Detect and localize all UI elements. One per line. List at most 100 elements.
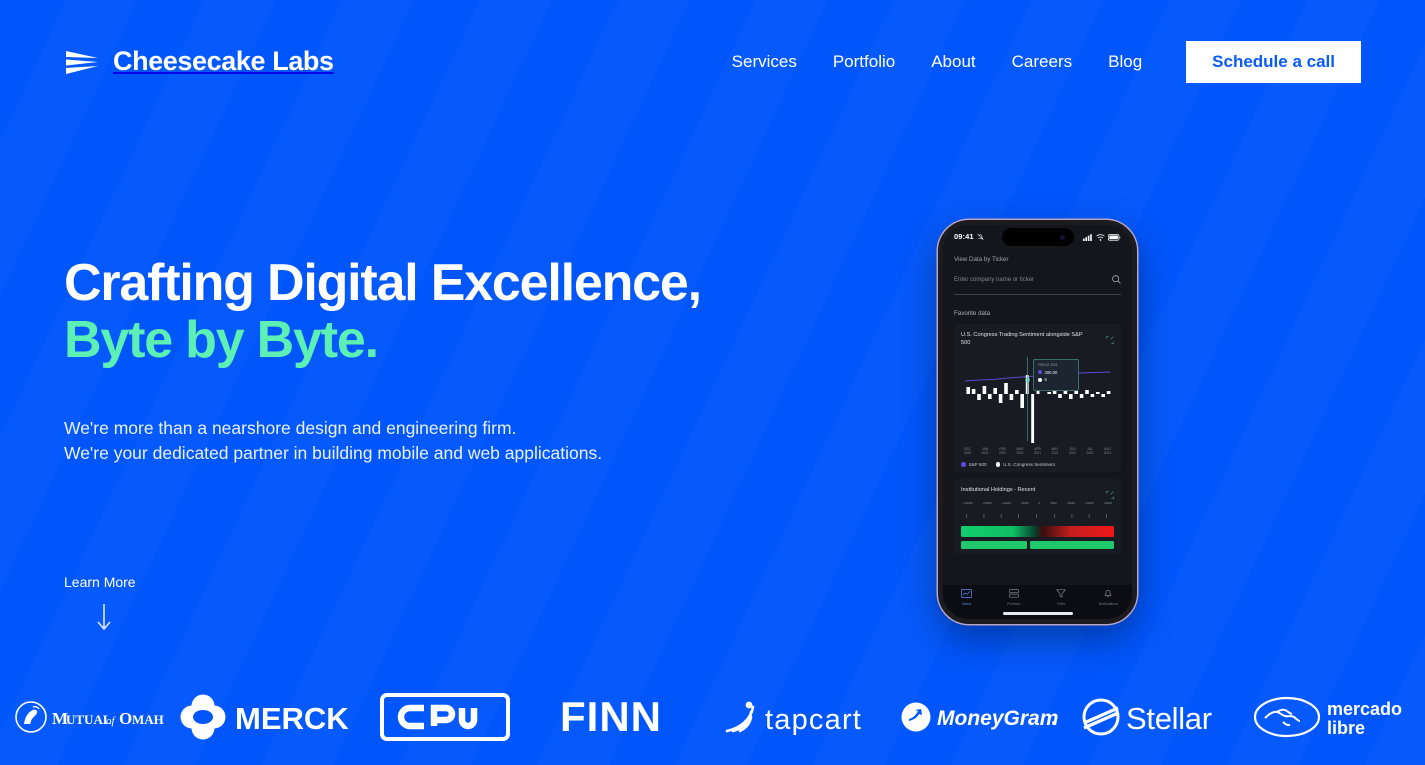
page-title: Crafting Digital Excellence, Byte by Byt… — [64, 255, 824, 368]
nav-item-services[interactable]: Services — [714, 43, 815, 81]
cellular-signal-icon — [1083, 228, 1093, 246]
legend-label-sentiment: U.S. Congress Sentiment — [1003, 462, 1055, 468]
tab-label: Home — [961, 601, 972, 606]
tab-label: Filter — [1057, 601, 1066, 606]
legend-dot-sentiment — [995, 462, 1001, 467]
tab-filter[interactable]: Filter — [1038, 589, 1085, 606]
card-title: Institutional Holdings - Recent — [961, 487, 1036, 494]
learn-more-link[interactable]: Learn More — [64, 574, 136, 590]
logo-stellar: Stellar — [1069, 669, 1247, 765]
finn-logo-icon: FINN — [560, 693, 662, 740]
nav-item-portfolio[interactable]: Portfolio — [815, 43, 913, 81]
cheesecake-labs-mark-icon — [64, 47, 100, 77]
tab-label: Notifications — [1098, 601, 1119, 606]
logo-cru — [356, 669, 534, 765]
status-time: 09:41 — [954, 232, 974, 241]
holdings-axis-ticks — [966, 514, 1107, 519]
holdings-tick: +100M — [1001, 501, 1011, 506]
wifi-icon — [1096, 228, 1105, 246]
tooltip-date: FEB 02 2021 — [1038, 363, 1058, 368]
svg-text:FINN: FINN — [560, 693, 662, 740]
cru-logo-icon — [380, 693, 511, 741]
logo-mercado-libre: mercado libre — [1247, 669, 1425, 765]
legend-item-sp500: S&P 500 — [961, 462, 987, 467]
holdings-secondary-bars — [961, 541, 1114, 550]
logo-merck: MERCK — [178, 669, 356, 765]
x-tick: AUG 2021 — [1103, 447, 1111, 456]
svg-text:UTUAL: UTUAL — [66, 712, 112, 727]
svg-text:MERCK: MERCK — [235, 701, 349, 736]
holdings-tick: -150M — [1084, 501, 1094, 506]
arrow-down-icon[interactable] — [94, 602, 114, 632]
svg-text:of: of — [106, 715, 117, 727]
chart-x-axis: DEC 2020 JAN 2021 FEB 2021 MAR 2021 APR 2021 … — [961, 447, 1114, 455]
logo-finn: FINN — [534, 669, 712, 765]
battery-icon — [1107, 228, 1121, 246]
tab-home[interactable]: Home — [943, 589, 990, 606]
chart-line-icon — [961, 589, 973, 599]
svg-text:MAHA: MAHA — [132, 712, 164, 727]
subhead-line-2: We're your dedicated partner in building… — [64, 443, 603, 464]
svg-text:O: O — [119, 709, 132, 728]
sentiment-chart: FEB 02 2021 390.00 6 — [961, 353, 1114, 445]
expand-icon[interactable] — [1106, 331, 1114, 349]
nav-item-careers[interactable]: Careers — [994, 43, 1090, 81]
favorites-label: Favorite data — [954, 310, 991, 317]
holdings-tick: +50M — [1020, 501, 1029, 506]
mutual-of-omaha-logo-icon: M UTUAL of O MAHA — [15, 701, 164, 733]
logo-moneygram: MoneyGram — [891, 669, 1069, 765]
schedule-a-call-button[interactable]: Schedule a call — [1186, 41, 1361, 83]
moneygram-logo-icon: MoneyGram — [901, 702, 1058, 732]
search-icon[interactable] — [1112, 271, 1121, 289]
chart-legend: S&P 500 U.S. Congress Sentiment — [961, 462, 1114, 467]
hero-section: Crafting Digital Excellence, Byte by Byt… — [64, 255, 824, 466]
status-indicators — [1083, 228, 1121, 246]
client-logo-strip: M UTUAL of O MAHA MERCK FINN — [0, 669, 1425, 765]
tapcart-logo-icon: tapcart — [725, 701, 860, 736]
tooltip-dot-sentiment — [1038, 377, 1042, 382]
phone-status-bar: 09:41 — [943, 225, 1132, 248]
headline-line-2: Byte by Byte. — [64, 310, 379, 369]
tab-portfolio[interactable]: Portfolio — [990, 589, 1037, 606]
brand-name: Cheesecake Labs — [113, 46, 334, 76]
svg-text:Stellar: Stellar — [1126, 701, 1212, 736]
x-tick: APR 2021 — [1033, 447, 1042, 456]
chart-tooltip: FEB 02 2021 390.00 6 — [1033, 359, 1079, 392]
holdings-bar-green-right — [1030, 541, 1114, 550]
ticker-section-label: View Data by Ticker — [954, 256, 1009, 263]
tooltip-value-sentiment: 6 — [1044, 377, 1047, 383]
holdings-tick: -50M — [1049, 501, 1057, 506]
holdings-tick: +150M — [982, 501, 992, 506]
card-title: U.S. Congress Trading Sentiment alongsid… — [961, 332, 1083, 347]
x-tick: JUN 2021 — [1068, 447, 1076, 456]
headline-line-1: Crafting Digital Excellence, — [64, 254, 702, 312]
tab-label: Portfolio — [1007, 601, 1021, 606]
holdings-tick-labels: +200M +150M +100M +50M 0 -50M -100M -150… — [961, 501, 1114, 505]
ticker-search-placeholder: Enter company name or ticker — [954, 277, 1035, 283]
stellar-logo-icon: Stellar — [1082, 698, 1212, 736]
x-tick: JAN 2021 — [981, 447, 989, 456]
brand-logo[interactable]: Cheesecake Labs — [64, 46, 334, 77]
tab-notifications[interactable]: Notifications — [1085, 589, 1132, 606]
svg-text:MoneyGram: MoneyGram — [937, 707, 1058, 730]
tooltip-value-sp500: 390.00 — [1044, 369, 1058, 375]
bell-icon — [1103, 589, 1113, 599]
ticker-search-field[interactable]: Enter company name or ticker — [954, 271, 1121, 295]
nav-item-about[interactable]: About — [913, 43, 993, 81]
x-tick: MAR 2021 — [1016, 447, 1024, 456]
expand-icon[interactable] — [1106, 486, 1114, 504]
card-institutional-holdings[interactable]: Institutional Holdings - Recent +200M +1… — [954, 479, 1121, 555]
phone-app-content: View Data by Ticker Enter company name o… — [943, 248, 1132, 585]
legend-dot-sp500 — [961, 462, 966, 467]
nav-item-blog[interactable]: Blog — [1090, 43, 1160, 81]
legend-label-sp500: S&P 500 — [968, 462, 987, 468]
card-congress-sentiment[interactable]: U.S. Congress Trading Sentiment alongsid… — [954, 324, 1121, 473]
x-tick: DEC 2020 — [964, 447, 972, 456]
layers-icon — [1009, 589, 1019, 599]
holdings-tick: 0 — [1038, 501, 1040, 506]
logo-tapcart: tapcart — [713, 669, 891, 765]
phone-screen: 09:41 View Data by Ticker Enter company … — [943, 225, 1132, 619]
dynamic-island — [1001, 228, 1074, 246]
merck-logo-icon: MERCK — [180, 694, 349, 740]
holdings-tick: -100M — [1066, 501, 1076, 506]
